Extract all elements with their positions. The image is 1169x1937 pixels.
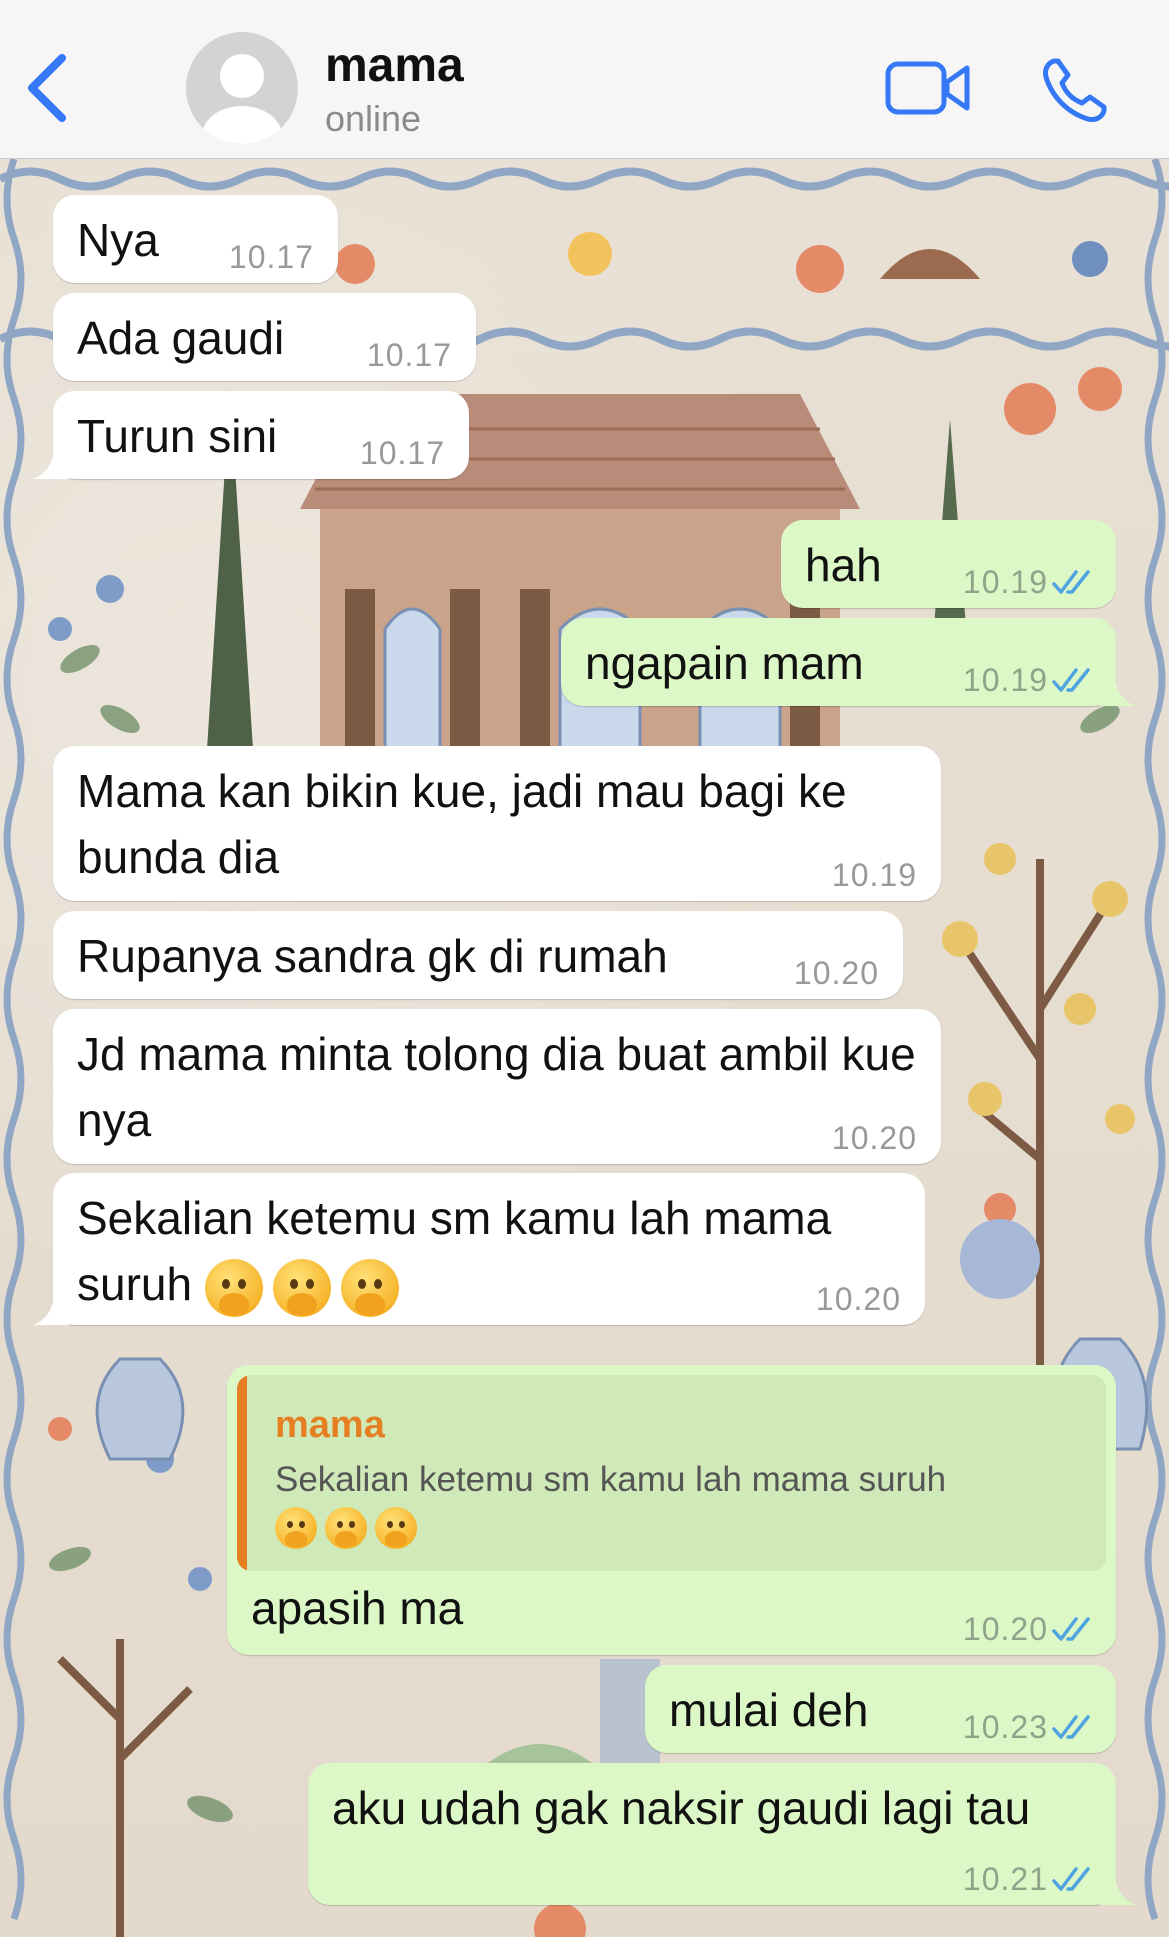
chevron-left-icon[interactable] <box>22 52 72 124</box>
quote-accent-bar <box>237 1375 247 1571</box>
contact-status: online <box>325 98 422 139</box>
message-incoming[interactable]: Nya 10.17 <box>53 195 338 283</box>
message-text: Jd mama minta tolong dia buat ambil kue … <box>77 1028 916 1146</box>
message-text: hah <box>805 539 882 591</box>
contact-name[interactable]: mama <box>325 38 464 93</box>
message-outgoing-reply[interactable]: mama Sekalian ketemu sm kamu lah mama su… <box>227 1365 1116 1655</box>
chat-header: mama online <box>0 0 1169 159</box>
message-time: 10.17 <box>359 435 445 471</box>
bubble-tail <box>33 1285 69 1325</box>
message-outgoing[interactable]: ngapain mam 10.19 <box>561 618 1136 706</box>
message-incoming[interactable]: Jd mama minta tolong dia buat ambil kue … <box>53 1009 941 1164</box>
hand-over-mouth-emoji <box>325 1506 367 1549</box>
avatar[interactable] <box>186 32 298 144</box>
hand-over-mouth-emoji <box>340 1258 399 1317</box>
message-time: 10.19 <box>962 662 1048 698</box>
message-text: Mama kan bikin kue, jadi mau bagi ke bun… <box>77 765 847 883</box>
message-outgoing[interactable]: mulai deh 10.23 <box>645 1665 1116 1753</box>
phone-icon[interactable] <box>1040 55 1110 125</box>
bubble-tail <box>1100 666 1136 706</box>
message-outgoing[interactable]: aku udah gak naksir gaudi lagi tau 10.21 <box>308 1763 1136 1905</box>
message-time: 10.21 <box>962 1861 1048 1897</box>
read-receipt-icon <box>1052 1715 1090 1739</box>
read-receipt-icon <box>1052 1617 1090 1641</box>
hand-over-mouth-emoji <box>375 1506 417 1549</box>
hand-over-mouth-emoji <box>204 1258 263 1317</box>
quoted-message[interactable]: mama Sekalian ketemu sm kamu lah mama su… <box>237 1375 1106 1571</box>
bubble-tail <box>1100 1865 1136 1905</box>
message-time: 10.20 <box>815 1281 901 1317</box>
bubble-tail <box>33 439 69 479</box>
message-incoming[interactable]: Turun sini 10.17 <box>33 391 469 479</box>
message-time: 10.17 <box>366 337 452 373</box>
message-time: 10.20 <box>831 1120 917 1156</box>
quote-author: mama <box>275 1404 385 1446</box>
message-incoming[interactable]: Sekalian ketemu sm kamu lah mama suruh 1… <box>33 1173 925 1325</box>
message-incoming[interactable]: Mama kan bikin kue, jadi mau bagi ke bun… <box>53 746 941 901</box>
message-outgoing[interactable]: hah 10.19 <box>781 520 1116 608</box>
message-time: 10.23 <box>962 1709 1048 1745</box>
hand-over-mouth-emoji <box>272 1258 331 1317</box>
message-text: aku udah gak naksir gaudi lagi tau <box>332 1782 1031 1834</box>
read-receipt-icon <box>1052 570 1090 594</box>
read-receipt-icon <box>1052 1867 1090 1891</box>
message-text: Sekalian ketemu sm kamu lah mama suruh <box>77 1185 901 1317</box>
message-incoming[interactable]: Rupanya sandra gk di rumah 10.20 <box>53 911 903 999</box>
message-text: Rupanya sandra gk di rumah <box>77 930 668 982</box>
message-text: apasih ma <box>251 1582 464 1634</box>
message-time: 10.20 <box>962 1611 1048 1647</box>
message-time: 10.20 <box>793 955 879 991</box>
message-time: 10.19 <box>831 857 917 893</box>
message-incoming[interactable]: Ada gaudi 10.17 <box>53 293 476 381</box>
message-time: 10.19 <box>962 564 1048 600</box>
hand-over-mouth-emoji <box>275 1506 317 1549</box>
read-receipt-icon <box>1052 668 1090 692</box>
message-time: 10.17 <box>228 239 314 275</box>
quote-text: Sekalian ketemu sm kamu lah mama suruh <box>275 1457 1026 1549</box>
video-camera-icon[interactable] <box>885 58 971 118</box>
